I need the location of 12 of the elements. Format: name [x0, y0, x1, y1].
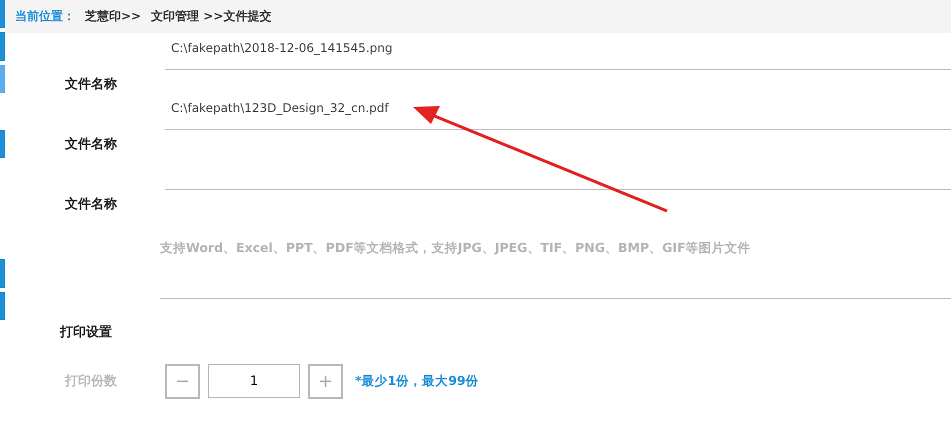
file-field[interactable]: C:\fakepath\2018-12-06_141545.png — [165, 34, 951, 70]
format-hint: 支持Word、Excel、PPT、PDF等文档格式，支持JPG、JPEG、TIF、PNG、BMP、GIF等图片文件 — [160, 214, 951, 299]
copies-label: 打印份数 — [65, 373, 118, 390]
copies-field[interactable]: 1 — [208, 364, 300, 398]
field-label: 文件名称 — [64, 137, 118, 151]
limit-note: *最少1份，最大99份 — [355, 372, 479, 390]
section-title: 打印设置 — [58, 324, 113, 342]
breadcrumb-label: 当前位置： — [15, 8, 75, 25]
breadcrumb-link[interactable]: 芝慧印>> — [85, 8, 142, 25]
breadcrumb-link[interactable]: 文印管理 >>文件提交 — [151, 8, 272, 25]
field-label: 文件名称 — [64, 197, 118, 211]
field-label: 文件名称 — [64, 77, 118, 91]
